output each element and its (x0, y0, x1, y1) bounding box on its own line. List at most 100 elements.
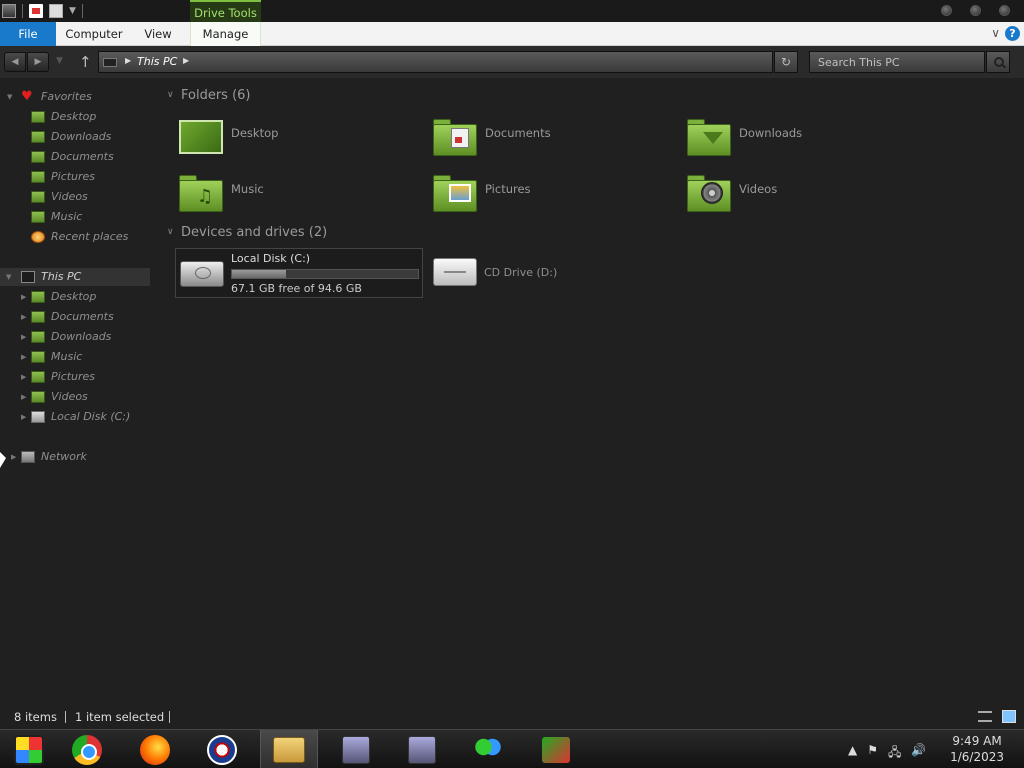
documents-folder-icon (31, 151, 45, 163)
close-button[interactable] (999, 5, 1010, 16)
folder-label: Music (231, 182, 264, 196)
large-icons-view-icon[interactable] (1002, 710, 1016, 723)
drive-cd-d[interactable]: CD Drive (D:) (429, 248, 677, 298)
collapse-chevron-icon[interactable]: ∨ (167, 90, 174, 100)
documents-folder-icon (31, 311, 45, 323)
address-toolbar: ◀ ▶ ▼ ↑ ▶ This PC ▶ ↻ (0, 46, 1024, 78)
disk-usage-bar (231, 269, 419, 279)
clock-time: 9:49 AM (952, 734, 1002, 748)
back-button[interactable]: ◀ (4, 52, 26, 72)
properties-icon[interactable] (29, 4, 43, 18)
expand-arrow-icon[interactable]: ▶ (21, 328, 26, 346)
tab-file[interactable]: File (0, 22, 56, 46)
taskbar-obama[interactable] (193, 730, 251, 768)
devices-group-header[interactable]: ∨ Devices and drives (2) (167, 225, 328, 240)
drive-local-disk-c[interactable]: Local Disk (C:) 67.1 GB free of 94.6 GB (175, 248, 423, 298)
installer-icon (408, 735, 436, 764)
nav-this-pc[interactable]: ▼ This PC (0, 268, 150, 286)
start-button[interactable] (0, 730, 58, 768)
expand-arrow-icon[interactable]: ▶ (21, 308, 26, 326)
expand-arrow-icon[interactable]: ▶ (21, 348, 26, 366)
search-box[interactable] (809, 51, 985, 73)
ribbon-tabs: File Computer View Manage ∨ ? (0, 22, 1024, 46)
tab-view[interactable]: View (136, 22, 180, 46)
tab-computer[interactable]: Computer (62, 22, 126, 46)
network-status-icon[interactable]: 🖧 (888, 743, 901, 764)
quick-access-toolbar: ▼ (0, 2, 83, 20)
refresh-button[interactable]: ↻ (774, 51, 798, 73)
folder-downloads[interactable]: Downloads (683, 114, 933, 162)
folder-desktop[interactable]: Desktop (175, 114, 425, 162)
clock-date: 1/6/2023 (950, 750, 1004, 764)
new-folder-icon[interactable] (49, 4, 63, 18)
qat-dropdown-icon[interactable]: ▼ (69, 6, 76, 16)
firefox-icon (140, 734, 170, 765)
collapse-chevron-icon[interactable]: ∨ (167, 227, 174, 237)
volume-icon[interactable]: 🔊 (911, 743, 926, 764)
qat-separator (22, 4, 23, 18)
hard-disk-icon (180, 261, 224, 287)
collapse-arrow-icon[interactable]: ▼ (7, 88, 12, 106)
window-controls (941, 5, 1010, 16)
expand-arrow-icon[interactable]: ▶ (21, 288, 26, 306)
selection-count: 1 item selected (75, 710, 165, 724)
downloads-folder-icon (687, 118, 731, 156)
taskbar-chrome[interactable] (58, 730, 116, 768)
taskbar-file-explorer[interactable] (260, 730, 318, 768)
minimize-button[interactable] (941, 5, 952, 16)
taskbar-installer-2[interactable] (393, 730, 451, 768)
expand-arrow-icon[interactable]: ▶ (21, 408, 26, 426)
expand-arrow-icon[interactable]: ▶ (21, 368, 26, 386)
expand-arrow-icon[interactable]: ▶ (21, 388, 26, 406)
drive-label: Local Disk (C:) (231, 252, 311, 265)
address-bar[interactable]: ▶ This PC ▶ (98, 51, 773, 73)
help-icon[interactable]: ? (1005, 26, 1020, 41)
expand-ribbon-icon[interactable]: ∨ (991, 26, 1000, 40)
pictures-folder-icon (31, 371, 45, 383)
local-disk-icon (31, 411, 45, 423)
devices-header-label: Devices and drives (2) (181, 225, 328, 240)
taskbar-flag-app[interactable] (527, 730, 585, 768)
forward-button[interactable]: ▶ (27, 52, 49, 72)
status-separator (169, 711, 170, 723)
taskbar-installer-1[interactable] (327, 730, 385, 768)
folder-pictures[interactable]: Pictures (429, 170, 679, 218)
system-menu-icon[interactable] (2, 4, 16, 18)
search-icon[interactable] (986, 51, 1010, 73)
nav-item-label: Documents (51, 310, 114, 323)
up-arrow-icon[interactable]: ↑ (79, 53, 92, 71)
desktop-folder-icon (31, 111, 45, 123)
folders-group-header[interactable]: ∨ Folders (6) (167, 88, 251, 103)
flag-app-icon (542, 736, 570, 763)
taskbar-people[interactable] (459, 730, 517, 768)
music-folder-icon (31, 351, 45, 363)
show-hidden-icons-icon[interactable]: ▲ (848, 743, 857, 764)
cd-drive-icon (433, 258, 477, 286)
action-center-flag-icon[interactable]: ⚑ (867, 743, 878, 764)
search-input[interactable] (810, 52, 984, 72)
breadcrumb[interactable]: This PC (137, 55, 177, 68)
title-bar: ▼ Drive Tools (0, 0, 1024, 22)
obama-icon (207, 734, 237, 765)
nav-item-label: Desktop (51, 110, 97, 123)
details-view-icon[interactable] (978, 711, 992, 722)
maximize-button[interactable] (970, 5, 981, 16)
breadcrumb-arrow-icon[interactable]: ▶ (183, 56, 189, 65)
navigation-pane: ▼ ♥ Favorites Desktop Downloads Document… (0, 78, 158, 703)
taskbar-firefox[interactable] (126, 730, 184, 768)
folder-documents[interactable]: Documents (429, 114, 679, 162)
breadcrumb-arrow-icon[interactable]: ▶ (125, 56, 131, 65)
collapse-arrow-icon[interactable]: ▼ (6, 268, 11, 286)
nav-this-pc-label: This PC (41, 270, 82, 283)
taskbar: ▲ ⚑ 🖧 🔊 9:49 AM 1/6/2023 (0, 729, 1024, 768)
clock[interactable]: 9:49 AM 1/6/2023 (950, 733, 1004, 765)
recent-locations-icon[interactable]: ▼ (56, 56, 63, 66)
this-pc-icon (103, 58, 117, 67)
folder-videos[interactable]: Videos (683, 170, 933, 218)
folder-music[interactable]: ♫ Music (175, 170, 425, 218)
downloads-folder-icon (31, 331, 45, 343)
file-explorer-icon (273, 736, 305, 763)
tab-manage[interactable]: Manage (190, 22, 261, 46)
nav-item-label: Desktop (51, 290, 97, 303)
expand-arrow-icon[interactable]: ▶ (11, 448, 16, 466)
